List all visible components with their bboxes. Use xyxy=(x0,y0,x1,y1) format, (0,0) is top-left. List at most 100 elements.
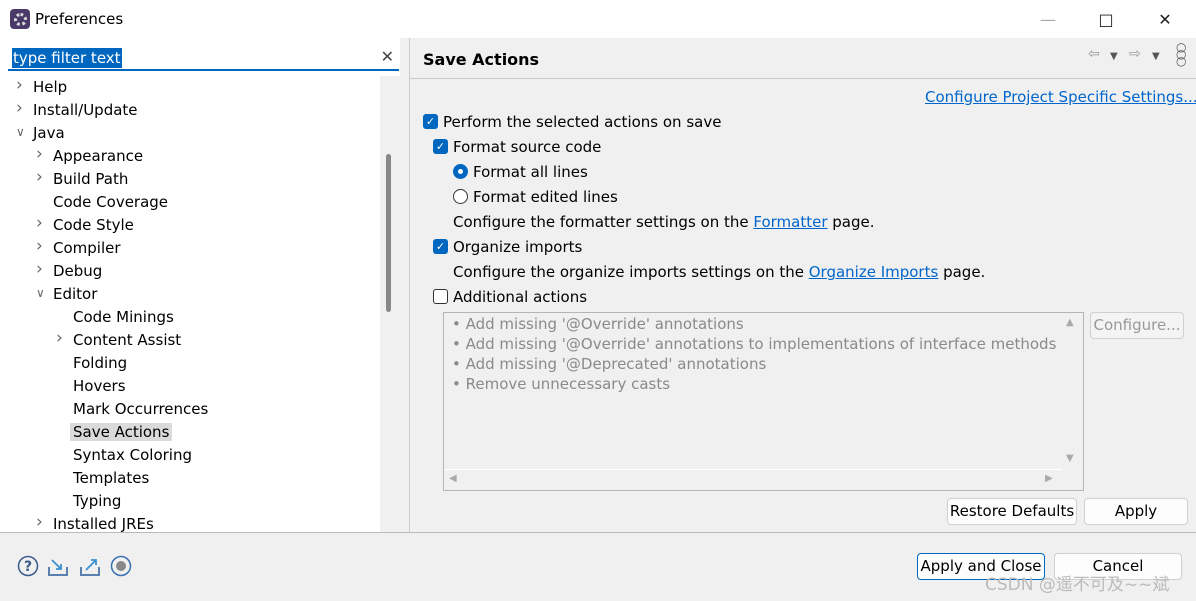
tree-item[interactable]: Install/Update xyxy=(33,99,138,121)
additional-actions-checkbox[interactable] xyxy=(433,289,448,304)
chevron-right-icon[interactable]: › xyxy=(56,328,66,348)
record-icon[interactable] xyxy=(110,555,132,577)
back-menu-chevron-down-icon[interactable]: ▼ xyxy=(1110,51,1118,62)
forward-icon[interactable]: ⇨ xyxy=(1129,46,1141,62)
minimize-button[interactable]: — xyxy=(1028,6,1068,32)
organize-imports-checkbox[interactable]: ✓ xyxy=(433,239,448,254)
additional-actions-list[interactable]: • Add missing '@Override' annotations • … xyxy=(443,312,1084,491)
formatter-link[interactable]: Formatter xyxy=(753,213,827,231)
perform-on-save-label: Perform the selected actions on save xyxy=(443,113,722,131)
format-all-lines-label: Format all lines xyxy=(473,163,588,181)
chevron-right-icon[interactable]: › xyxy=(36,259,46,279)
tree-item[interactable]: Build Path xyxy=(53,168,128,190)
note-text: Configure the organize imports settings … xyxy=(453,263,809,281)
watermark: CSDN @遥不可及~~斌 xyxy=(985,575,1170,595)
format-all-lines-radio[interactable] xyxy=(453,164,468,179)
tree-item-label: Templates xyxy=(73,469,150,487)
import-icon[interactable] xyxy=(47,555,69,577)
tree-item[interactable]: Mark Occurrences xyxy=(73,398,208,420)
tree-item[interactable]: Debug xyxy=(53,260,102,282)
tree-item-label: Appearance xyxy=(53,147,144,165)
tree-item[interactable]: Templates xyxy=(73,467,149,489)
tree-item[interactable]: Folding xyxy=(73,352,127,374)
chevron-right-icon[interactable]: › xyxy=(16,98,26,118)
pane-divider[interactable] xyxy=(409,38,410,532)
restore-defaults-button[interactable]: Restore Defaults xyxy=(947,498,1077,525)
chevron-right-icon[interactable]: › xyxy=(16,75,26,95)
scroll-up-icon[interactable]: ▲ xyxy=(1066,317,1074,328)
tree-item[interactable]: Code Coverage xyxy=(53,191,168,213)
list-item: • Add missing '@Override' annotations xyxy=(452,315,744,333)
tree-item-label: Install/Update xyxy=(33,101,138,119)
clear-icon[interactable]: ✕ xyxy=(381,47,394,66)
separator xyxy=(410,78,1196,79)
perform-on-save-checkbox[interactable]: ✓ xyxy=(423,114,438,129)
format-edited-lines-radio[interactable] xyxy=(453,189,468,204)
tree-item-label: Typing xyxy=(73,492,122,510)
tree-scrollbar[interactable] xyxy=(380,76,400,532)
chevron-right-icon[interactable]: › xyxy=(36,167,46,187)
separator xyxy=(0,532,1196,533)
maximize-button[interactable]: □ xyxy=(1086,6,1126,32)
tree-item[interactable]: Compiler xyxy=(53,237,121,259)
tree-item[interactable]: Hovers xyxy=(73,375,126,397)
note-text: page. xyxy=(938,263,986,281)
tree-item[interactable]: Java xyxy=(33,122,65,144)
forward-menu-chevron-down-icon[interactable]: ▼ xyxy=(1152,51,1160,62)
organize-imports-note: Configure the organize imports settings … xyxy=(453,263,985,281)
chevron-down-icon[interactable]: ∨ xyxy=(36,286,46,300)
export-icon[interactable] xyxy=(79,555,101,577)
scroll-down-icon[interactable]: ▼ xyxy=(1066,453,1074,464)
chevron-right-icon[interactable]: › xyxy=(36,144,46,164)
format-edited-lines-label: Format edited lines xyxy=(473,188,618,206)
tree-item[interactable]: Code Style xyxy=(53,214,134,236)
tree-item-label: Folding xyxy=(73,354,128,372)
chevron-right-icon[interactable]: › xyxy=(36,213,46,233)
tree-item[interactable]: Save Actions xyxy=(70,421,173,443)
tree-item[interactable]: Content Assist xyxy=(73,329,181,351)
format-source-label: Format source code xyxy=(453,138,602,156)
tree-item[interactable]: Syntax Coloring xyxy=(73,444,192,466)
tree-item-label: Code Coverage xyxy=(53,193,169,211)
back-icon[interactable]: ⇦ xyxy=(1088,46,1100,62)
organize-imports-link[interactable]: Organize Imports xyxy=(809,263,939,281)
tree-item-label: Code Style xyxy=(53,216,134,234)
format-source-checkbox[interactable]: ✓ xyxy=(433,139,448,154)
hscroll-track xyxy=(444,469,1062,470)
filter-input[interactable]: type filter text ✕ xyxy=(8,46,399,71)
tree-item-label: Java xyxy=(33,124,65,142)
tree-item-label: Build Path xyxy=(53,170,129,188)
window-title: Preferences xyxy=(35,10,124,28)
tree-item-label: Syntax Coloring xyxy=(73,446,192,464)
close-button[interactable]: ✕ xyxy=(1145,6,1185,32)
tree-item[interactable]: Editor xyxy=(53,283,97,305)
chevron-down-icon[interactable]: ∨ xyxy=(16,125,26,139)
scroll-right-icon[interactable]: ▶ xyxy=(1045,473,1053,484)
filter-text: type filter text xyxy=(12,48,122,68)
tree-item-label: Save Actions xyxy=(70,423,173,441)
svg-text:?: ? xyxy=(24,559,32,575)
tree-item-label: Debug xyxy=(53,262,103,280)
tree-item-label: Installed JREs xyxy=(53,515,154,533)
tree-item[interactable]: Typing xyxy=(73,490,121,512)
additional-actions-label: Additional actions xyxy=(453,288,588,306)
more-options-icon[interactable]: ○ ○ ○ xyxy=(1176,41,1186,67)
list-item: • Add missing '@Deprecated' annotations xyxy=(452,355,767,373)
help-icon[interactable]: ? xyxy=(17,555,39,577)
tree-item[interactable]: Appearance xyxy=(53,145,143,167)
configure-project-settings-link[interactable]: Configure Project Specific Settings... xyxy=(925,88,1196,106)
tree-item[interactable]: Code Minings xyxy=(73,306,174,328)
tree-item-label: Compiler xyxy=(53,239,121,257)
tree-item-label: Content Assist xyxy=(73,331,182,349)
configure-button[interactable]: Configure... xyxy=(1090,312,1184,339)
tree-item-label: Mark Occurrences xyxy=(73,400,209,418)
apply-button[interactable]: Apply xyxy=(1084,498,1188,525)
chevron-right-icon[interactable]: › xyxy=(36,236,46,256)
scrollbar-thumb[interactable] xyxy=(386,154,391,312)
eclipse-gear-icon xyxy=(10,9,30,29)
note-text: Configure the formatter settings on the xyxy=(453,213,754,231)
chevron-right-icon[interactable]: › xyxy=(36,512,46,532)
tree-item[interactable]: Help xyxy=(33,76,67,98)
scroll-left-icon[interactable]: ◀ xyxy=(449,473,457,484)
formatter-note: Configure the formatter settings on the … xyxy=(453,213,875,231)
